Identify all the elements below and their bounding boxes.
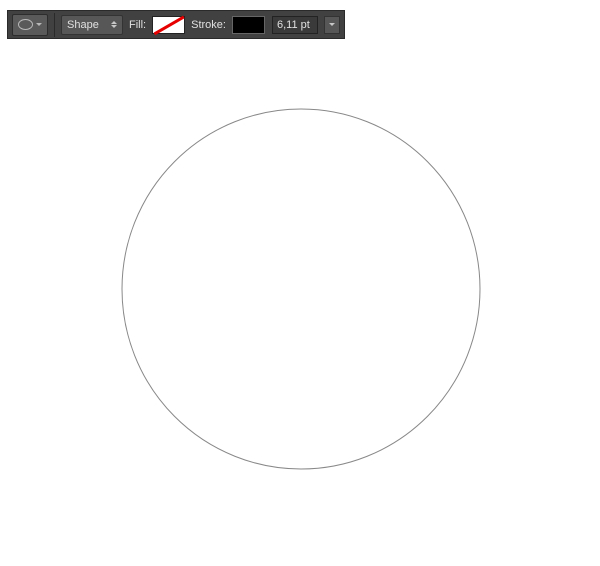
chevron-down-icon <box>329 23 335 26</box>
stroke-label: Stroke: <box>191 19 226 31</box>
canvas-area[interactable] <box>0 0 600 563</box>
tool-mode-select[interactable]: Shape <box>61 15 123 35</box>
dropdown-arrow-icon <box>36 23 42 26</box>
fill-label: Fill: <box>129 19 146 31</box>
fill-swatch[interactable] <box>152 16 185 34</box>
tool-mode-label: Shape <box>67 19 99 31</box>
stroke-width-input[interactable]: 6,11 pt <box>272 16 318 34</box>
stroke-width-value: 6,11 pt <box>277 19 310 31</box>
no-fill-icon <box>154 15 185 34</box>
updown-arrows-icon <box>111 21 117 28</box>
stroke-options-dropdown[interactable] <box>324 16 340 34</box>
stroke-swatch[interactable] <box>232 16 265 34</box>
divider <box>54 13 55 37</box>
ellipse-icon <box>18 19 33 30</box>
options-toolbar: Shape Fill: Stroke: 6,11 pt <box>7 10 345 39</box>
ellipse-tool-button[interactable] <box>12 14 48 36</box>
